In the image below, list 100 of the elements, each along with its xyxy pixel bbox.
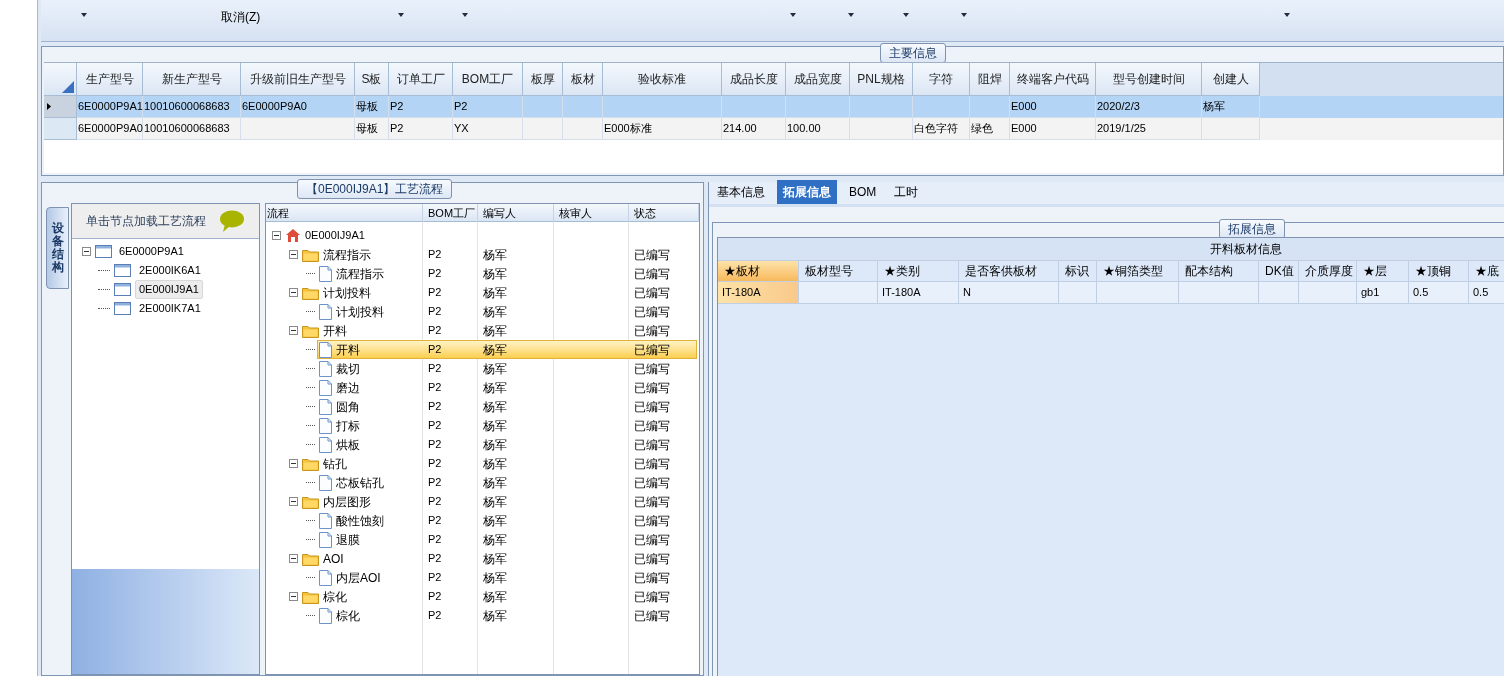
- column-header[interactable]: 板材: [563, 63, 603, 96]
- tree-item[interactable]: AOI: [323, 549, 344, 568]
- table-cell-text: 杨军: [482, 341, 508, 359]
- tree-item[interactable]: 2E000IK7A1: [135, 299, 205, 318]
- column-header[interactable]: 标识: [1059, 261, 1097, 282]
- table-cell-text: 杨军: [482, 379, 508, 397]
- table-cell: 100.00: [786, 118, 850, 140]
- column-header[interactable]: 验收标准: [603, 63, 722, 96]
- table-cell: 绿色: [970, 118, 1010, 140]
- column-header[interactable]: ★底: [1469, 261, 1504, 282]
- tree-item[interactable]: 0E000IJ9A1: [305, 227, 365, 244]
- column-header[interactable]: 字符: [913, 63, 970, 96]
- tree-item[interactable]: 内层图形: [323, 492, 371, 511]
- tree-item[interactable]: 内层AOI: [336, 568, 381, 587]
- table-cell: [1059, 282, 1097, 304]
- tree-item[interactable]: 计划投料: [323, 283, 371, 302]
- tree-item[interactable]: 磨边: [336, 378, 360, 397]
- table-cell-text: P2: [427, 551, 443, 567]
- table-cell: [1202, 118, 1260, 140]
- table-cell: 2019/1/25: [1096, 118, 1202, 140]
- node-icon: [114, 264, 131, 277]
- tab[interactable]: BOM: [843, 180, 883, 204]
- column-header[interactable]: 新生产型号: [143, 63, 241, 96]
- tree-item[interactable]: 开料: [336, 340, 360, 359]
- menu-item[interactable]: 取消(Z): [221, 8, 261, 26]
- row-header[interactable]: [44, 96, 77, 118]
- column-header[interactable]: S板: [355, 63, 389, 96]
- column-header[interactable]: 阻焊: [970, 63, 1010, 96]
- caret-icon: [790, 13, 796, 17]
- column-header[interactable]: 状态: [629, 204, 699, 222]
- column-header[interactable]: 生产型号: [77, 63, 143, 96]
- column-header[interactable]: 板厚: [523, 63, 563, 96]
- column-header[interactable]: 成品长度: [722, 63, 786, 96]
- vertical-tab[interactable]: 设备结构: [46, 207, 69, 289]
- column-header[interactable]: 创建人: [1202, 63, 1260, 96]
- tree-item[interactable]: 打标: [336, 416, 360, 435]
- table-cell: [1259, 282, 1299, 304]
- tree-item[interactable]: 开料: [323, 321, 347, 340]
- table-cell-text: P2: [427, 266, 443, 282]
- tree-item[interactable]: 流程指示: [336, 264, 384, 283]
- column-header[interactable]: 型号创建时间: [1096, 63, 1202, 96]
- column-header[interactable]: PNL规格: [850, 63, 913, 96]
- folder-icon: [302, 551, 319, 566]
- caret-icon: [1284, 13, 1290, 17]
- tree-item[interactable]: 钻孔: [323, 454, 347, 473]
- column-header[interactable]: ★板材: [718, 261, 799, 282]
- group-title: 主要信息: [880, 43, 946, 63]
- column-header[interactable]: DK值: [1259, 261, 1299, 282]
- tab[interactable]: 拓展信息: [777, 180, 837, 204]
- tree-item[interactable]: 芯板钻孔: [336, 473, 384, 492]
- table-cell-text: 杨军: [482, 607, 508, 625]
- tree-item[interactable]: 裁切: [336, 359, 360, 378]
- table-cell-text: 已编写: [633, 246, 671, 264]
- column-header[interactable]: 升级前旧生产型号: [241, 63, 355, 96]
- tree-item[interactable]: 6E0000P9A1: [116, 243, 187, 260]
- tree-item[interactable]: 酸性蚀刻: [336, 511, 384, 530]
- tree-item[interactable]: 计划投料: [336, 302, 384, 321]
- column-header[interactable]: 介质厚度: [1299, 261, 1357, 282]
- column-header[interactable]: 是否客供板材: [959, 261, 1059, 282]
- folder-icon: [302, 323, 319, 338]
- column-header[interactable]: BOM工厂: [423, 204, 478, 222]
- column-header[interactable]: ★层: [1357, 261, 1409, 282]
- table-cell: 0.5: [1469, 282, 1504, 304]
- caret-icon: [398, 13, 404, 17]
- table-cell: YX: [453, 118, 523, 140]
- table-cell: IT-180A: [718, 282, 799, 304]
- column-header[interactable]: 流程: [266, 204, 423, 222]
- table-cell-text: 已编写: [633, 284, 671, 302]
- column-header[interactable]: 核审人: [554, 204, 629, 222]
- tree-item[interactable]: 棕化: [336, 606, 360, 625]
- tree-item[interactable]: 烘板: [336, 435, 360, 454]
- column-header[interactable]: 板材型号: [799, 261, 878, 282]
- tree-item[interactable]: 圆角: [336, 397, 360, 416]
- column-header[interactable]: ★顶铜: [1409, 261, 1469, 282]
- caret-icon: [848, 13, 854, 17]
- table-cell-text: 杨军: [482, 303, 508, 321]
- tab[interactable]: 基本信息: [711, 180, 771, 204]
- tree-item[interactable]: 棕化: [323, 587, 347, 606]
- table-cell-text: 已编写: [633, 474, 671, 492]
- folder-icon: [302, 494, 319, 509]
- column-header[interactable]: 配本结构: [1179, 261, 1259, 282]
- column-header[interactable]: 编写人: [478, 204, 554, 222]
- table-cell-text: P2: [427, 608, 443, 624]
- tree-item[interactable]: 退膜: [336, 530, 360, 549]
- speech-bubble-icon: [219, 210, 246, 232]
- column-header[interactable]: 成品宽度: [786, 63, 850, 96]
- column-header[interactable]: ★铜箔类型: [1097, 261, 1179, 282]
- tree-item[interactable]: 0E000IJ9A1: [135, 280, 203, 299]
- tree-item[interactable]: 流程指示: [323, 245, 371, 264]
- column-header[interactable]: ★类别: [878, 261, 959, 282]
- document-icon: [319, 607, 332, 624]
- tab[interactable]: 工时: [888, 180, 925, 204]
- column-header[interactable]: 终端客户代码: [1010, 63, 1096, 96]
- column-header[interactable]: 订单工厂: [389, 63, 453, 96]
- column-header[interactable]: BOM工厂: [453, 63, 523, 96]
- table-cell-text: 杨军: [482, 246, 508, 264]
- document-icon: [319, 417, 332, 434]
- table-cell-text: P2: [427, 456, 443, 472]
- folder-icon: [302, 589, 319, 604]
- tree-item[interactable]: 2E000IK6A1: [135, 261, 205, 280]
